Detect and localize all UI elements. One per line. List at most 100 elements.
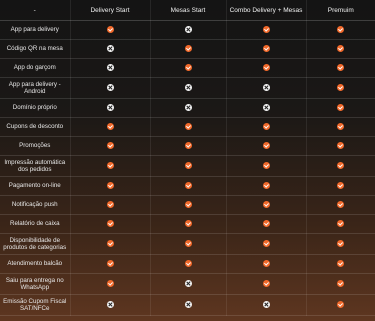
plan-cell [150, 214, 227, 234]
plan-cell [70, 39, 151, 59]
plan-cell [226, 20, 307, 40]
check-circle-icon [106, 220, 114, 228]
comparison-table: - Delivery Start Mesas Start Combo Deliv… [0, 0, 375, 316]
plan-cell [70, 136, 151, 156]
check-circle-icon [184, 182, 192, 190]
plan-cell [306, 176, 375, 196]
check-circle-icon [262, 64, 270, 72]
feature-label: Promoções [0, 136, 71, 156]
check-circle-icon [184, 123, 192, 131]
plan-cell [306, 39, 375, 59]
check-circle-icon [337, 26, 345, 34]
check-circle-icon [262, 45, 270, 53]
feature-label: Pagamento on-line [0, 176, 71, 196]
plan-header-premium: Premuim [306, 0, 375, 21]
plan-cell [226, 136, 307, 156]
x-circle-icon [184, 301, 192, 309]
plan-cell [150, 20, 227, 40]
plan-cell [306, 98, 375, 118]
feature-label: App do garçom [0, 58, 71, 78]
plan-cell [306, 117, 375, 137]
check-circle-icon [106, 123, 114, 131]
plan-cell [150, 136, 227, 156]
check-circle-icon [262, 280, 270, 288]
feature-label: Emissão Cupom Fiscal SAT/NFCe [0, 294, 71, 316]
table-row: Promoções [0, 136, 375, 156]
plan-cell [226, 98, 307, 118]
plan-cell [306, 77, 375, 99]
check-circle-icon [337, 142, 345, 150]
check-circle-icon [184, 201, 192, 209]
check-circle-icon [262, 240, 270, 248]
check-circle-icon [337, 220, 345, 228]
feature-label: App para delivery - Android [0, 77, 71, 99]
plan-cell [306, 136, 375, 156]
x-circle-icon [262, 84, 270, 92]
table-row: Domínio próprio [0, 98, 375, 118]
plan-cell [226, 155, 307, 177]
x-circle-icon [184, 280, 192, 288]
check-circle-icon [184, 142, 192, 150]
plan-cell [70, 20, 151, 40]
feature-column-header: - [0, 0, 71, 21]
check-circle-icon [262, 220, 270, 228]
table-row: Disponibilidade de produtos de categoria… [0, 233, 375, 255]
feature-label: Relatório de caixa [0, 214, 71, 234]
plan-cell [150, 294, 227, 316]
feature-label: App para delivery [0, 20, 71, 40]
plan-header-mesas-start: Mesas Start [150, 0, 227, 21]
plan-cell [226, 233, 307, 255]
check-circle-icon [337, 64, 345, 72]
check-circle-icon [184, 240, 192, 248]
plan-cell [226, 39, 307, 59]
plan-cell [150, 58, 227, 78]
plan-cell [306, 58, 375, 78]
check-circle-icon [337, 201, 345, 209]
plan-cell [226, 58, 307, 78]
plan-cell [70, 155, 151, 177]
check-circle-icon [262, 162, 270, 170]
plan-cell [306, 214, 375, 234]
check-circle-icon [337, 301, 345, 309]
table-row: Emissão Cupom Fiscal SAT/NFCe [0, 294, 375, 316]
plan-cell [226, 77, 307, 99]
x-circle-icon [262, 301, 270, 309]
plan-cell [306, 294, 375, 316]
plan-cell [70, 58, 151, 78]
plan-cell [226, 195, 307, 215]
x-circle-icon [106, 104, 114, 112]
plan-cell [70, 176, 151, 196]
plan-cell [70, 233, 151, 255]
table-row: App para delivery - Android [0, 77, 375, 99]
plan-cell [150, 273, 227, 295]
check-circle-icon [184, 64, 192, 72]
plan-cell [70, 195, 151, 215]
plan-cell [306, 273, 375, 295]
plan-header-combo: Combo Delivery + Mesas [226, 0, 307, 21]
check-circle-icon [184, 162, 192, 170]
table-row: Notificação push [0, 195, 375, 215]
feature-label: Domínio próprio [0, 98, 71, 118]
feature-label: Atendimento balcão [0, 254, 71, 274]
check-circle-icon [337, 260, 345, 268]
plan-cell [70, 77, 151, 99]
table-row: App para delivery [0, 20, 375, 40]
plan-cell [70, 294, 151, 316]
plan-cell [226, 273, 307, 295]
table-row: Saiu para entrega no WhatsApp [0, 273, 375, 295]
plan-cell [150, 39, 227, 59]
check-circle-icon [106, 240, 114, 248]
plan-cell [70, 98, 151, 118]
plan-cell [150, 98, 227, 118]
plan-cell [150, 176, 227, 196]
check-circle-icon [337, 280, 345, 288]
plan-cell [306, 155, 375, 177]
check-circle-icon [184, 45, 192, 53]
plan-header-delivery-start: Delivery Start [70, 0, 151, 21]
feature-label: Cupons de desconto [0, 117, 71, 137]
plan-cell [150, 117, 227, 137]
feature-label: Saiu para entrega no WhatsApp [0, 273, 71, 295]
check-circle-icon [337, 84, 345, 92]
x-circle-icon [184, 104, 192, 112]
check-circle-icon [262, 26, 270, 34]
